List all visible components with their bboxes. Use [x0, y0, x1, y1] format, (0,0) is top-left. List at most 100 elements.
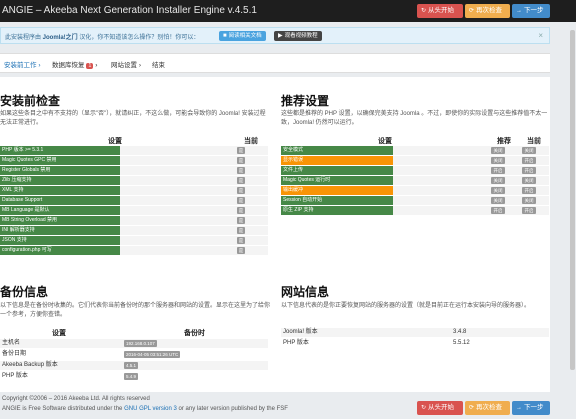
backup-row: PHP 版本 5.4.9	[0, 372, 268, 381]
current-value: 是	[237, 197, 245, 204]
setting-label: XML 支持	[0, 186, 120, 195]
footer-next-button[interactable]: → 下一步	[512, 401, 550, 415]
backup-row: Akeeba Backup 版本 4.5.1	[0, 361, 268, 370]
backup-row: 备份日期 2016-04-05 03:51:26 UTC	[0, 350, 268, 359]
setting-label: 主机名	[2, 340, 21, 346]
recommended-value: 关闭	[491, 177, 505, 184]
row-background	[120, 246, 268, 255]
precheck-col-setting: 设置	[108, 138, 122, 145]
setting-label: 显示错误	[281, 156, 393, 165]
row-background	[120, 166, 268, 175]
row-background	[120, 206, 268, 215]
recommended-col-setting: 设置	[378, 138, 392, 145]
setting-label: Akeeba Backup 版本	[2, 362, 58, 368]
row-background	[120, 216, 268, 225]
next-button[interactable]: → 下一步	[512, 4, 550, 18]
current-value: 开启	[522, 157, 536, 164]
current-value: 是	[237, 207, 245, 214]
recheck-button[interactable]: ⟳ 再次检查	[465, 4, 510, 18]
scrollbar-thumb[interactable]	[570, 30, 575, 370]
video-icon: ▶	[278, 33, 283, 39]
wizard-steps: 安装前工作 › 数据库恢复 1 › 网站设置 › 结束	[0, 53, 550, 73]
footer-recheck-button[interactable]: ⟳ 再次检查	[465, 401, 510, 415]
siteinfo-row: Joomla! 版本 3.4.8	[281, 328, 549, 337]
step-site-setup[interactable]: 网站设置 ›	[111, 59, 141, 69]
current-value: 开启	[522, 207, 536, 214]
siteinfo-title: 网站信息	[281, 285, 330, 299]
read-docs-button[interactable]: ■ 阅读相关文档	[219, 31, 266, 41]
recommended-row: Session 自动开始 关闭 关闭	[281, 196, 549, 205]
backup-value: 4.5.1	[124, 362, 139, 369]
precheck-title: 安装前检查	[0, 94, 61, 108]
precheck-row: configuration.php 可写 是	[0, 246, 268, 255]
recommended-col-recommended: 推荐	[497, 138, 511, 145]
translation-notice: 此安装程序由 Joomla!之门 汉化，你不知道该怎么操作？别怕！你可以： ■ 阅…	[0, 27, 550, 44]
current-value: 5.5.12	[453, 340, 470, 346]
watch-video-button[interactable]: ▶ 观看视频教程	[274, 31, 322, 41]
restart-button[interactable]: ↻ 从头开始	[417, 4, 463, 18]
current-value: 是	[237, 157, 245, 164]
arrow-right-icon: →	[516, 405, 522, 411]
current-value: 开启	[522, 187, 536, 194]
current-value: 3.4.8	[453, 329, 467, 335]
current-value: 是	[237, 187, 245, 194]
step-preinstall[interactable]: 安装前工作 ›	[4, 59, 40, 69]
backup-description: 以下信息是在备份时收集的。它们代表你当前备份时的那个服务器和网站的设置。显示在这…	[0, 303, 271, 318]
setting-label: Zlib 压缩支持	[0, 176, 120, 185]
precheck-row: Register Globals 禁用 是	[0, 166, 268, 175]
siteinfo-description: 以下信息代表的是你正要恢复网站的服务器的设置（就是目前正在运行本安装向导的服务器…	[281, 303, 531, 309]
chevron-right-icon: ›	[95, 62, 98, 69]
recommended-value: 关闭	[491, 147, 505, 154]
setting-label: 文件上传	[281, 166, 393, 175]
license-text: ANGIE is Free Software distributed under…	[2, 406, 288, 412]
refresh-icon: ↻	[421, 405, 427, 411]
current-value: 开启	[522, 167, 536, 174]
precheck-row: Zlib 压缩支持 是	[0, 176, 268, 185]
recommended-col-current: 当前	[527, 138, 541, 145]
gpl-link[interactable]: GNU GPL version 3	[124, 406, 177, 412]
app-header: ANGIE – Akeeba Next Generation Installer…	[0, 0, 576, 22]
recommended-title: 推荐设置	[281, 94, 330, 108]
app-title: ANGIE – Akeeba Next Generation Installer…	[2, 5, 257, 16]
recommended-row: 显示错误 关闭 开启	[281, 156, 549, 165]
current-value: 是	[237, 167, 245, 174]
precheck-row: PHP 版本 >= 5.3.1 是	[0, 146, 268, 155]
recommended-row: 文件上传 开启 开启	[281, 166, 549, 175]
recommended-value: 开启	[491, 207, 505, 214]
precheck-row: Database Support 是	[0, 196, 268, 205]
setting-label: Register Globals 禁用	[0, 166, 120, 175]
precheck-row: INI 解析器支持 是	[0, 226, 268, 235]
chevron-right-icon: ›	[138, 62, 141, 69]
setting-label: Database Support	[0, 196, 120, 205]
step-badge: 1	[86, 63, 94, 69]
current-value: 关闭	[522, 177, 536, 184]
step-database[interactable]: 数据库恢复 1 ›	[52, 59, 97, 69]
backup-value: 192.168.0.107	[124, 340, 157, 347]
row-background	[120, 146, 268, 155]
row-background	[120, 176, 268, 185]
current-value: 是	[237, 227, 245, 234]
backup-value: 5.4.9	[124, 373, 139, 380]
current-value: 关闭	[522, 147, 536, 154]
setting-label: Joomla! 版本	[283, 329, 318, 335]
backup-title: 备份信息	[0, 285, 49, 299]
reload-icon: ⟳	[469, 8, 475, 14]
setting-label: configuration.php 可写	[0, 246, 120, 255]
setting-label: MB String Overload 禁用	[0, 216, 120, 225]
backup-col-backup: 备份时	[184, 330, 205, 337]
recommended-value: 关闭	[491, 197, 505, 204]
current-value: 是	[237, 147, 245, 154]
footer-restart-button[interactable]: ↻ 从头开始	[417, 401, 463, 415]
step-finish[interactable]: 结束	[152, 59, 165, 69]
chevron-right-icon: ›	[38, 62, 41, 69]
backup-row: 主机名 192.168.0.107	[0, 339, 268, 348]
recommended-row: Magic Quotes 运行时 关闭 关闭	[281, 176, 549, 185]
close-icon[interactable]: ×	[538, 31, 543, 40]
joomla-gate-link[interactable]: Joomla!之门	[43, 35, 78, 41]
precheck-description: 如果这些条目之中有不支持的（显示"否"），就请纠正，不这么做，可能会导致你的 J…	[0, 111, 266, 126]
current-value: 是	[237, 237, 245, 244]
setting-label: 原生 ZIP 支持	[281, 206, 393, 215]
setting-label: Session 自动开始	[281, 196, 393, 205]
setting-label: PHP 版本	[2, 373, 28, 379]
recommended-value: 开启	[491, 167, 505, 174]
